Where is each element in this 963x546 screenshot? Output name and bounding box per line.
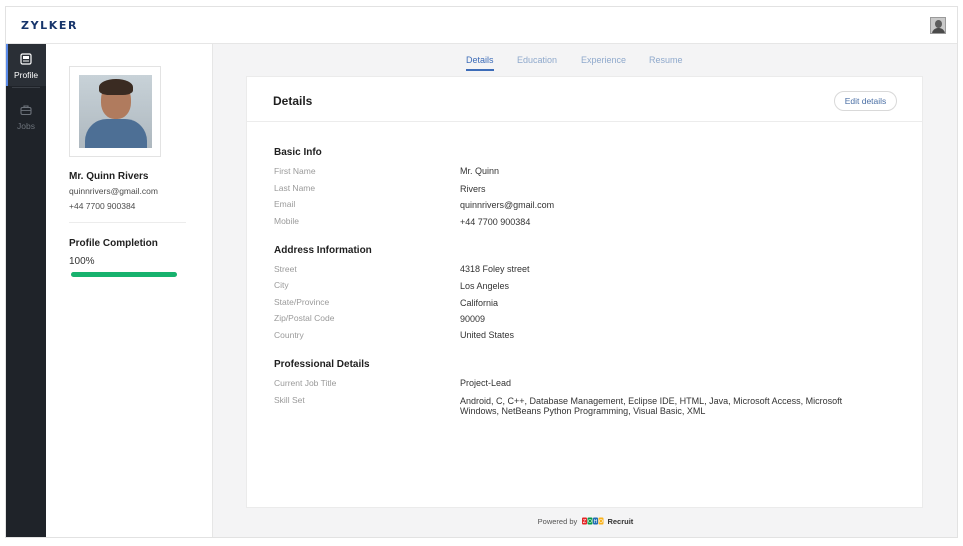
tab-education[interactable]: Education: [517, 55, 557, 65]
profile-photo: [79, 75, 152, 148]
zoho-letter: O: [599, 519, 603, 525]
nav-item-label: Profile: [13, 70, 39, 80]
panel-divider: [69, 222, 186, 223]
email-value: quinnrivers@gmail.com: [460, 200, 555, 210]
zoho-letter: H: [594, 519, 598, 525]
nav-divider: [12, 87, 40, 88]
mobile-label: Mobile: [274, 216, 300, 226]
job-title-value: Project-Lead: [460, 378, 512, 388]
zoho-letter: O: [588, 519, 592, 525]
skill-set-value: Android, C, C++, Database Management, Ec…: [460, 396, 843, 416]
first-name-label: First Name: [274, 166, 316, 176]
nav-item-jobs[interactable]: Jobs: [6, 95, 46, 137]
nav-item-label: Jobs: [17, 121, 35, 131]
nav-item-profile[interactable]: Profile: [6, 44, 46, 86]
edit-details-button[interactable]: Edit details: [834, 91, 897, 111]
profile-photo-card: [69, 66, 161, 157]
user-avatar[interactable]: [930, 17, 946, 34]
details-title: Details: [273, 94, 313, 108]
zoho-logo: Z O H O: [582, 517, 604, 525]
powered-by-text: Powered by: [537, 517, 578, 526]
skill-set-label: Skill Set: [274, 395, 305, 405]
candidate-name: Mr. Quinn Rivers: [69, 171, 149, 182]
basic-info-heading: Basic Info: [274, 147, 322, 158]
profile-completion-fill: [71, 272, 177, 277]
city-label: City: [274, 280, 289, 290]
avatar-head-shape: [935, 20, 942, 28]
city-value: Los Angeles: [460, 281, 510, 291]
zip-value: 90009: [460, 314, 486, 324]
photo-shirt-shape: [85, 119, 147, 148]
last-name-value: Rivers: [460, 184, 486, 194]
profile-summary-panel: Mr. Quinn Rivers quinnrivers@gmail.com +…: [46, 44, 213, 537]
state-label: State/Province: [274, 297, 330, 307]
professional-heading: Professional Details: [274, 359, 370, 370]
tab-details[interactable]: Details: [466, 55, 494, 71]
first-name-value: Mr. Quinn: [460, 166, 500, 176]
photo-hair-shape: [99, 79, 133, 95]
country-label: Country: [274, 330, 304, 340]
top-bar: ZYLKER: [6, 7, 957, 44]
detail-tabs: Details Education Experience Resume: [214, 44, 957, 74]
tab-experience[interactable]: Experience: [581, 55, 626, 65]
briefcase-icon: [20, 105, 32, 116]
profile-completion-title: Profile Completion: [69, 238, 158, 249]
street-label: Street: [274, 264, 297, 274]
profile-completion-value: 100%: [69, 256, 95, 267]
logo[interactable]: ZYLKER: [21, 19, 78, 32]
profile-completion-bar: [71, 272, 177, 277]
recruit-product-name: Recruit: [607, 517, 634, 526]
profile-icon: [20, 53, 32, 65]
candidate-email: quinnrivers@gmail.com: [69, 186, 158, 196]
zoho-letter: Z: [583, 519, 587, 525]
zip-label: Zip/Postal Code: [274, 313, 335, 323]
last-name-label: Last Name: [274, 183, 316, 193]
state-value: California: [460, 298, 499, 308]
country-value: United States: [460, 330, 515, 340]
email-label: Email: [274, 199, 296, 209]
details-card-header: Details Edit details: [247, 77, 922, 122]
street-value: 4318 Foley street: [460, 264, 530, 274]
app-window: ZYLKER Profile Jobs Mr. Quinn Rivers qui…: [5, 6, 958, 538]
avatar-body-shape: [932, 28, 945, 33]
mobile-value: +44 7700 900384: [460, 217, 531, 227]
job-title-label: Current Job Title: [274, 378, 337, 388]
address-heading: Address Information: [274, 245, 372, 256]
details-card: Details Edit details Basic Info First Na…: [246, 76, 923, 508]
side-nav: Profile Jobs: [6, 44, 46, 537]
candidate-phone: +44 7700 900384: [69, 201, 136, 211]
tab-resume[interactable]: Resume: [649, 55, 683, 65]
footer: Powered by Z O H O Recruit: [214, 517, 957, 526]
